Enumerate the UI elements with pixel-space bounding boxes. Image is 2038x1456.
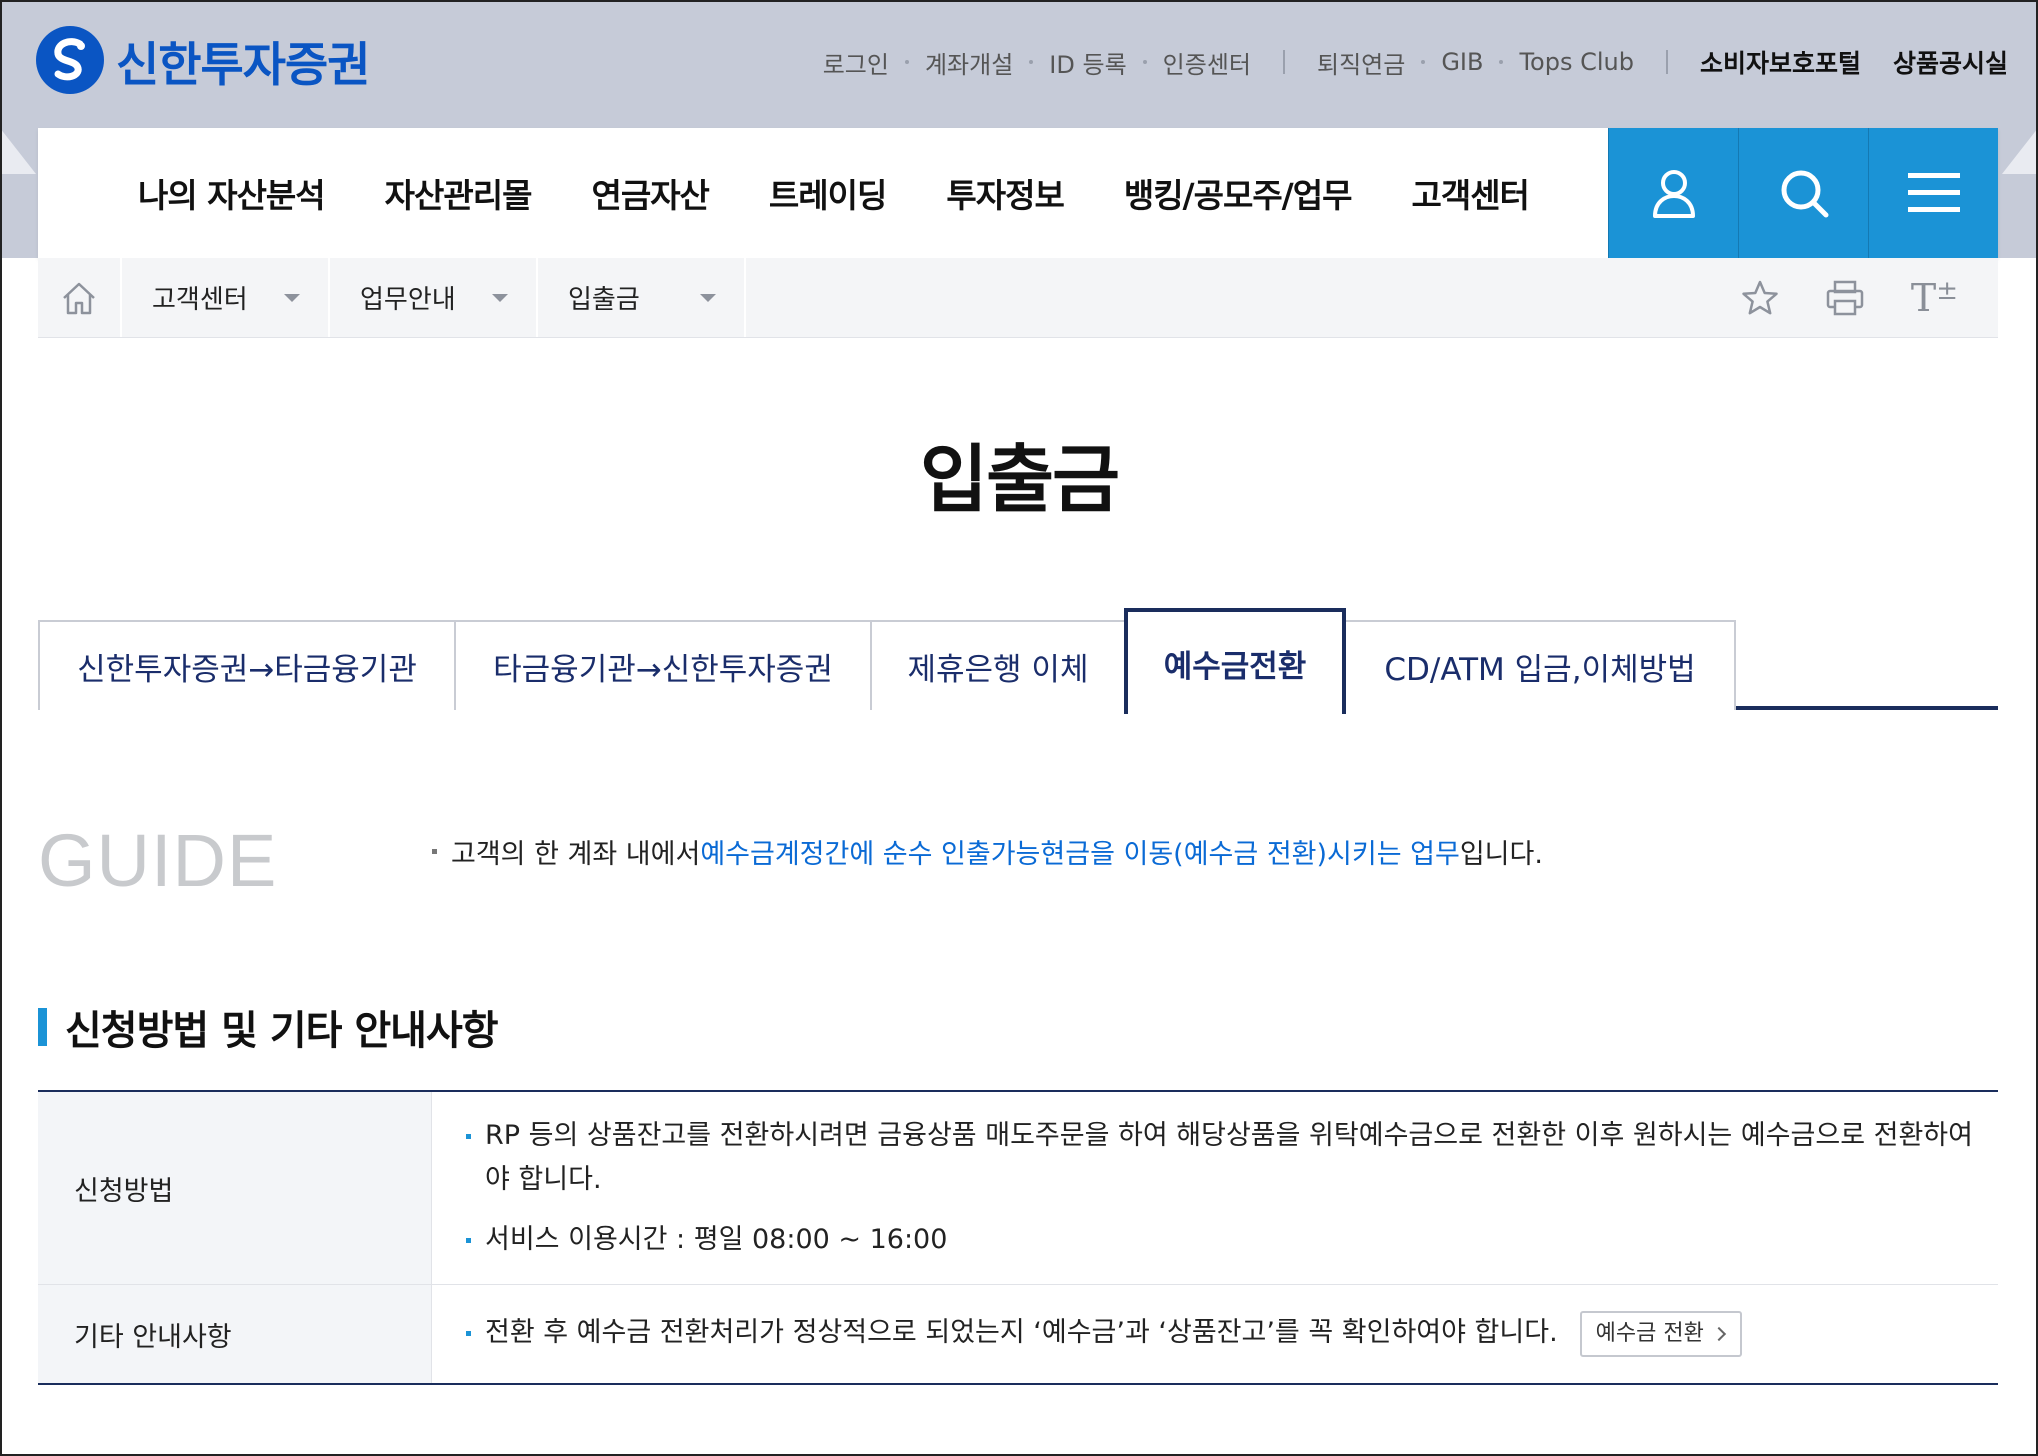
section-title: 신청방법 및 기타 안내사항 <box>38 1003 499 1054</box>
breadcrumb-home[interactable] <box>38 258 122 337</box>
deposit-convert-label: 예수금 전환 <box>1595 1321 1704 1346</box>
gib-link[interactable]: GIB <box>1425 48 1499 76</box>
pension-link[interactable]: 퇴직연금 <box>1301 45 1421 80</box>
font-size-sign: ± <box>1936 276 1958 306</box>
menu-asset-mall[interactable]: 자산관리몰 <box>385 169 533 217</box>
menu-asset-analysis[interactable]: 나의 자산분석 <box>138 169 326 217</box>
user-button[interactable] <box>1608 128 1738 258</box>
list-item: 서비스 이용시간 : 평일 08:00 ~ 16:00 <box>466 1218 1980 1262</box>
list-item: 전환 후 예수금 전환처리가 정상적으로 되었는지 ‘예수금’과 ‘상품잔고’를… <box>466 1311 1980 1357</box>
tops-club-link[interactable]: Tops Club <box>1503 48 1650 76</box>
font-size-button[interactable]: T± <box>1911 276 1958 320</box>
user-icon <box>1652 170 1695 218</box>
list-item-text: RP 등의 상품잔고를 전환하시려면 금융상품 매도주문을 하여 해당상품을 위… <box>485 1120 1973 1195</box>
bullet-icon <box>466 1238 471 1243</box>
row-header: 기타 안내사항 <box>38 1285 432 1383</box>
breadcrumb-business-guide[interactable]: 업무안내 <box>330 258 538 337</box>
guide-text-before: 고객의 한 계좌 내에서 <box>451 839 701 870</box>
guide-text-after: 입니다. <box>1459 839 1543 870</box>
tab-deposit-conversion[interactable]: 예수금전환 <box>1124 608 1346 714</box>
menu-banking[interactable]: 뱅킹/공모주/업무 <box>1124 169 1353 217</box>
guide-label: GUIDE <box>38 819 278 902</box>
font-size-letter: T <box>1910 276 1937 320</box>
search-button[interactable] <box>1738 128 1868 258</box>
home-icon <box>63 282 95 314</box>
info-table: 신청방법 RP 등의 상품잔고를 전환하시려면 금융상품 매도주문을 하여 해당… <box>38 1090 1998 1385</box>
decor-wedge-right <box>2002 128 2038 174</box>
login-link[interactable]: 로그인 <box>807 45 905 80</box>
brand-name: 신한투자증권 <box>116 37 370 93</box>
tab-from-other-institution[interactable]: 타금융기관→신한투자증권 <box>454 620 872 710</box>
open-account-link[interactable]: 계좌개설 <box>909 45 1029 80</box>
list-item-text: 서비스 이용시간 : 평일 08:00 ~ 16:00 <box>485 1224 948 1255</box>
header-buttons <box>1608 128 1998 258</box>
tab-cd-atm[interactable]: CD/ATM 입금,이체방법 <box>1344 620 1736 710</box>
menu-customer-center[interactable]: 고객센터 <box>1411 169 1529 217</box>
id-register-link[interactable]: ID 등록 <box>1033 45 1142 80</box>
chevron-right-icon <box>1711 1326 1726 1342</box>
breadcrumb-label: 입출금 <box>568 285 640 315</box>
caret-down-icon <box>492 293 508 302</box>
section-bar-icon <box>38 1008 47 1046</box>
row-content: 전환 후 예수금 전환처리가 정상적으로 되었는지 ‘예수금’과 ‘상품잔고’를… <box>432 1285 1998 1383</box>
breadcrumb: 고객센터 업무안내 입출금 T± <box>38 258 1998 338</box>
hamburger-menu-icon <box>1907 173 1960 212</box>
bullet-icon <box>466 1134 471 1139</box>
product-disclosure-link[interactable]: 상품공시실 <box>1877 44 2024 80</box>
guide-text-highlight: 예수금계정간에 순수 인출가능현금을 이동(예수금 전환)시키는 업무 <box>700 839 1460 870</box>
breadcrumb-label: 업무안내 <box>360 285 456 315</box>
decor-wedge-left <box>0 128 36 174</box>
row-header: 신청방법 <box>38 1092 432 1284</box>
consumer-portal-link[interactable]: 소비자보호포털 <box>1684 44 1877 80</box>
tab-partner-bank-transfer[interactable]: 제휴은행 이체 <box>870 620 1126 710</box>
section-title-text: 신청방법 및 기타 안내사항 <box>65 1008 499 1054</box>
guide-text: 고객의 한 계좌 내에서 예수금계정간에 순수 인출가능현금을 이동(예수금 전… <box>432 832 1543 871</box>
page-title: 입출금 <box>919 437 1120 523</box>
printer-icon[interactable] <box>1825 279 1865 317</box>
all-menu-button[interactable] <box>1868 128 1998 258</box>
bullet-icon <box>432 849 437 854</box>
main-nav: 나의 자산분석 자산관리몰 연금자산 트레이딩 투자정보 뱅킹/공모주/업무 고… <box>38 128 1998 258</box>
separator-bar <box>1665 50 1668 74</box>
brand-logo[interactable]: 신한투자증권 <box>36 24 370 96</box>
menu-invest-info[interactable]: 투자정보 <box>946 169 1064 217</box>
breadcrumb-label: 고객센터 <box>152 285 248 315</box>
list-item-text: 전환 후 예수금 전환처리가 정상적으로 되었는지 ‘예수금’과 ‘상품잔고’를… <box>485 1317 1558 1348</box>
separator-bar <box>1282 50 1285 74</box>
caret-down-icon <box>284 293 300 302</box>
table-row: 신청방법 RP 등의 상품잔고를 전환하시려면 금융상품 매도주문을 하여 해당… <box>38 1092 1998 1285</box>
search-icon <box>1781 170 1828 218</box>
utility-nav: 로그인 계좌개설 ID 등록 인증센터 퇴직연금 GIB Tops Club 소… <box>807 40 2024 84</box>
breadcrumb-customer-center[interactable]: 고객센터 <box>122 258 330 337</box>
shinhan-logo-icon <box>36 26 104 94</box>
menu-pension[interactable]: 연금자산 <box>591 169 709 217</box>
table-row: 기타 안내사항 전환 후 예수금 전환처리가 정상적으로 되었는지 ‘예수금’과… <box>38 1285 1998 1383</box>
menu-trading[interactable]: 트레이딩 <box>769 169 887 217</box>
main-menu: 나의 자산분석 자산관리몰 연금자산 트레이딩 투자정보 뱅킹/공모주/업무 고… <box>138 128 1530 258</box>
row-content: RP 등의 상품잔고를 전환하시려면 금융상품 매도주문을 하여 해당상품을 위… <box>432 1092 1998 1284</box>
caret-down-icon <box>700 293 716 302</box>
star-icon[interactable] <box>1741 279 1779 317</box>
cert-center-link[interactable]: 인증센터 <box>1147 45 1267 80</box>
tab-bar: 신한투자증권→타금융기관 타금융기관→신한투자증권 제휴은행 이체 예수금전환 … <box>38 608 1998 714</box>
list-item: RP 등의 상품잔고를 전환하시려면 금융상품 매도주문을 하여 해당상품을 위… <box>466 1114 1980 1202</box>
page-tools: T± <box>1741 258 1958 338</box>
bullet-icon <box>466 1331 471 1336</box>
tab-to-other-institution[interactable]: 신한투자증권→타금융기관 <box>38 620 456 710</box>
deposit-convert-button[interactable]: 예수금 전환 <box>1579 1311 1742 1357</box>
breadcrumb-deposit-withdraw[interactable]: 입출금 <box>538 258 746 337</box>
